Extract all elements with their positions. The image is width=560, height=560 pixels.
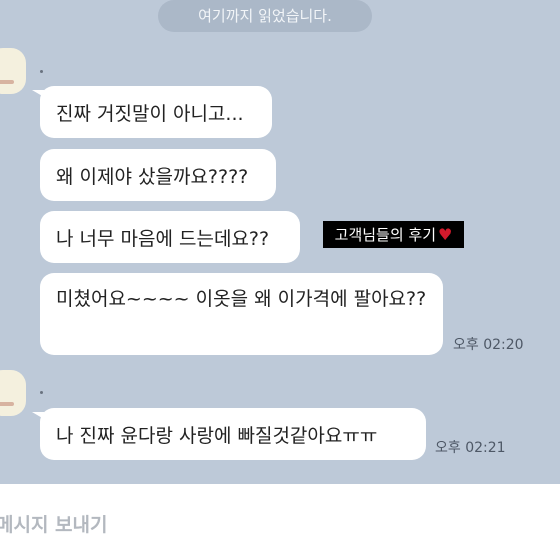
avatar[interactable] [0, 48, 26, 94]
review-caption: 고객님들의 후기 ♥ [323, 221, 464, 248]
sender-name-dot [40, 391, 43, 394]
avatar[interactable] [0, 370, 26, 416]
message-text: 진짜 거짓말이 아니고... [56, 102, 244, 125]
message-timestamp: 오후 02:20 [453, 337, 524, 353]
message-compose-bar[interactable]: 메시지 보내기 [0, 484, 560, 560]
chat-bubble[interactable]: 미쳤어요~~~~ 이옷을 왜 이가격에 팔아요?? [40, 273, 443, 355]
chat-bubble[interactable]: 왜 이제야 샀을까요???? [40, 149, 276, 201]
read-marker: 여기까지 읽었습니다. [158, 0, 372, 32]
sender-name-dot [40, 70, 43, 73]
caption-text: 고객님들의 후기 [334, 226, 437, 244]
message-text: 미쳤어요~~~~ 이옷을 왜 이가격에 팔아요?? [56, 288, 427, 310]
message-timestamp: 오후 02:21 [435, 440, 506, 456]
chat-bubble[interactable]: 진짜 거짓말이 아니고... [40, 86, 272, 138]
chat-bubble[interactable]: 나 진짜 윤다랑 사랑에 빠질것같아요ㅠㅠ [40, 408, 426, 460]
message-text: 나 너무 마음에 드는데요?? [56, 227, 270, 250]
chat-bubble[interactable]: 나 너무 마음에 드는데요?? [40, 211, 300, 263]
message-input[interactable]: 메시지 보내기 [0, 510, 108, 537]
message-text: 나 진짜 윤다랑 사랑에 빠질것같아요ㅠㅠ [56, 424, 378, 447]
message-text: 왜 이제야 샀을까요???? [56, 165, 249, 188]
heart-icon: ♥ [438, 225, 453, 244]
